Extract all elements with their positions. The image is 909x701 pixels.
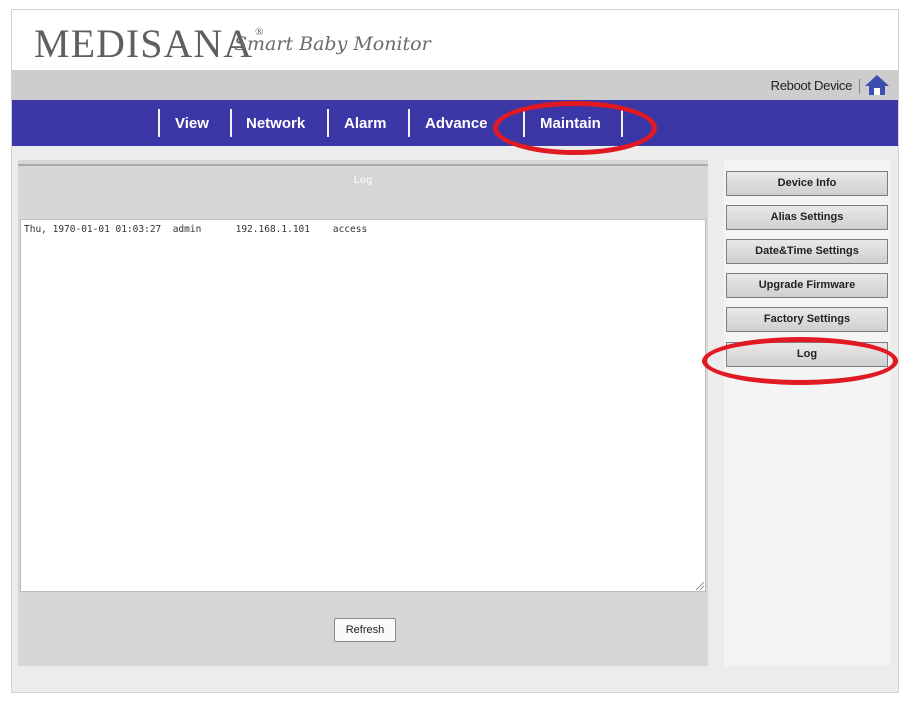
- web-ui-frame: MEDISANA ® Smart Baby Monitor Reboot Devi…: [11, 9, 899, 693]
- refresh-button[interactable]: Refresh: [334, 618, 396, 642]
- maintain-sidebar: Device Info Alias Settings Date&Time Set…: [724, 160, 890, 666]
- device-info-button[interactable]: Device Info: [726, 171, 888, 196]
- resize-handle[interactable]: [696, 582, 704, 590]
- nav-divider: [158, 109, 160, 137]
- nav-divider: [230, 109, 232, 137]
- utility-bar: Reboot Device: [12, 70, 898, 100]
- reboot-device-link[interactable]: Reboot Device: [771, 78, 853, 93]
- brand-name: MEDISANA: [34, 21, 254, 66]
- header: MEDISANA ® Smart Baby Monitor: [12, 10, 898, 70]
- nav-divider: [327, 109, 329, 137]
- nav-tab-maintain[interactable]: Maintain: [540, 115, 601, 132]
- panel-divider: [18, 164, 708, 166]
- nav-divider: [523, 109, 525, 137]
- nav-divider: [621, 109, 623, 137]
- log-textarea[interactable]: Thu, 1970-01-01 01:03:27 admin 192.168.1…: [20, 219, 706, 592]
- nav-tab-alarm[interactable]: Alarm: [344, 115, 387, 132]
- nav-tab-advance[interactable]: Advance: [425, 115, 488, 132]
- log-button[interactable]: Log: [726, 342, 888, 367]
- home-icon[interactable]: [864, 74, 890, 96]
- nav-tab-view[interactable]: View: [175, 115, 209, 132]
- nav-divider: [408, 109, 410, 137]
- utility-divider: [859, 79, 860, 94]
- log-entry: Thu, 1970-01-01 01:03:27 admin 192.168.1…: [24, 224, 368, 235]
- date-time-settings-button[interactable]: Date&Time Settings: [726, 239, 888, 264]
- alias-settings-button[interactable]: Alias Settings: [726, 205, 888, 230]
- log-panel: Log Thu, 1970-01-01 01:03:27 admin 192.1…: [18, 160, 708, 666]
- brand-logo: MEDISANA ®: [34, 20, 264, 67]
- upgrade-firmware-button[interactable]: Upgrade Firmware: [726, 273, 888, 298]
- main-nav-bar: View Network Alarm Advance Maintain: [12, 100, 898, 146]
- panel-title: Log: [353, 175, 373, 186]
- factory-settings-button[interactable]: Factory Settings: [726, 307, 888, 332]
- nav-tab-network[interactable]: Network: [246, 115, 305, 132]
- product-tagline: Smart Baby Monitor: [234, 33, 431, 55]
